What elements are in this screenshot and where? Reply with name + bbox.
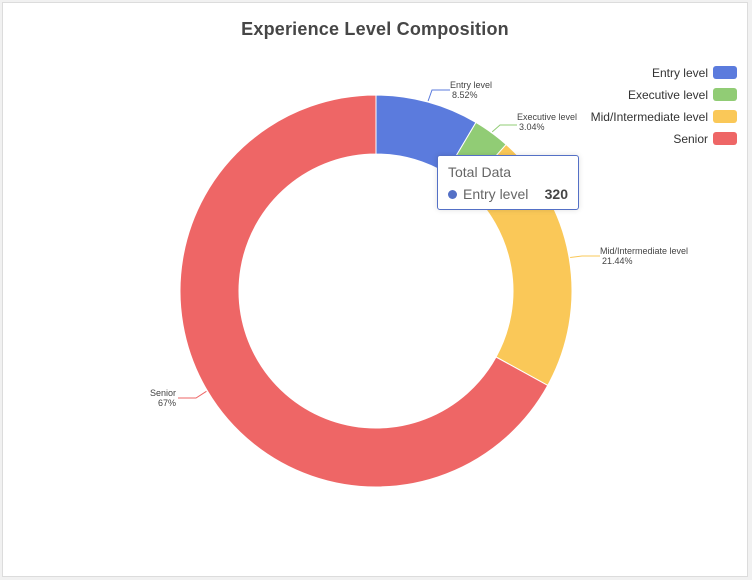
slice-label-name-mid-intermediate-level: Mid/Intermediate level xyxy=(600,246,688,256)
leader-line-executive-level xyxy=(491,124,517,133)
slice-label-name-entry-level: Entry level xyxy=(450,80,492,90)
legend: Entry level Executive level Mid/Intermedia… xyxy=(591,66,737,146)
legend-swatch-executive-level[interactable] xyxy=(713,88,737,101)
leader-line-senior xyxy=(178,390,207,399)
legend-label-mid-intermediate-level[interactable]: Mid/Intermediate level xyxy=(591,110,708,124)
legend-label-executive-level[interactable]: Executive level xyxy=(628,88,708,102)
slice-label-name-senior: Senior xyxy=(150,388,176,398)
slice-label-percent-entry-level: 8.52% xyxy=(452,90,478,100)
tooltip: Total Data Entry level 320 xyxy=(437,155,579,210)
donut-slices xyxy=(179,94,573,488)
legend-label-entry-level[interactable]: Entry level xyxy=(652,66,708,80)
leader-line-entry-level xyxy=(427,89,450,102)
tooltip-value: 320 xyxy=(544,186,568,202)
tooltip-series-dot xyxy=(448,189,457,199)
tooltip-series-name: Entry level xyxy=(463,186,529,202)
leader-line-mid-intermediate-level xyxy=(570,255,600,258)
donut-chart: Entry level8.52%Executive level3.04%Mid/… xyxy=(150,66,737,488)
tooltip-title: Total Data xyxy=(448,164,512,180)
tooltip-row: Entry level 320 xyxy=(448,186,568,202)
legend-swatch-senior[interactable] xyxy=(713,132,737,145)
slice-label-percent-mid-intermediate-level: 21.44% xyxy=(602,256,633,266)
slice-label-percent-executive-level: 3.04% xyxy=(519,122,545,132)
legend-swatch-entry-level[interactable] xyxy=(713,66,737,79)
legend-swatch-mid-intermediate-level[interactable] xyxy=(713,110,737,123)
legend-label-senior[interactable]: Senior xyxy=(673,132,708,146)
slice-label-name-executive-level: Executive level xyxy=(517,112,577,122)
slice-label-percent-senior: 67% xyxy=(158,398,176,408)
